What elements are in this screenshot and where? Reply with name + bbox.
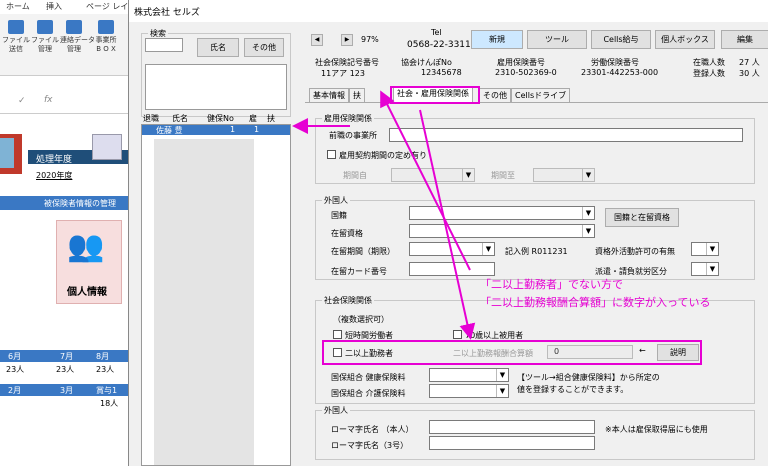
- arrow-to-tab: [380, 90, 471, 271]
- arrow-to-dual: [419, 109, 476, 340]
- annotation-arrows: [292, 90, 476, 340]
- annotation-line2: 「二以上勤務報酬合算額」に数字が入っている: [480, 296, 711, 309]
- annotation-line1: 「二以上勤務者」でない方で: [480, 278, 623, 291]
